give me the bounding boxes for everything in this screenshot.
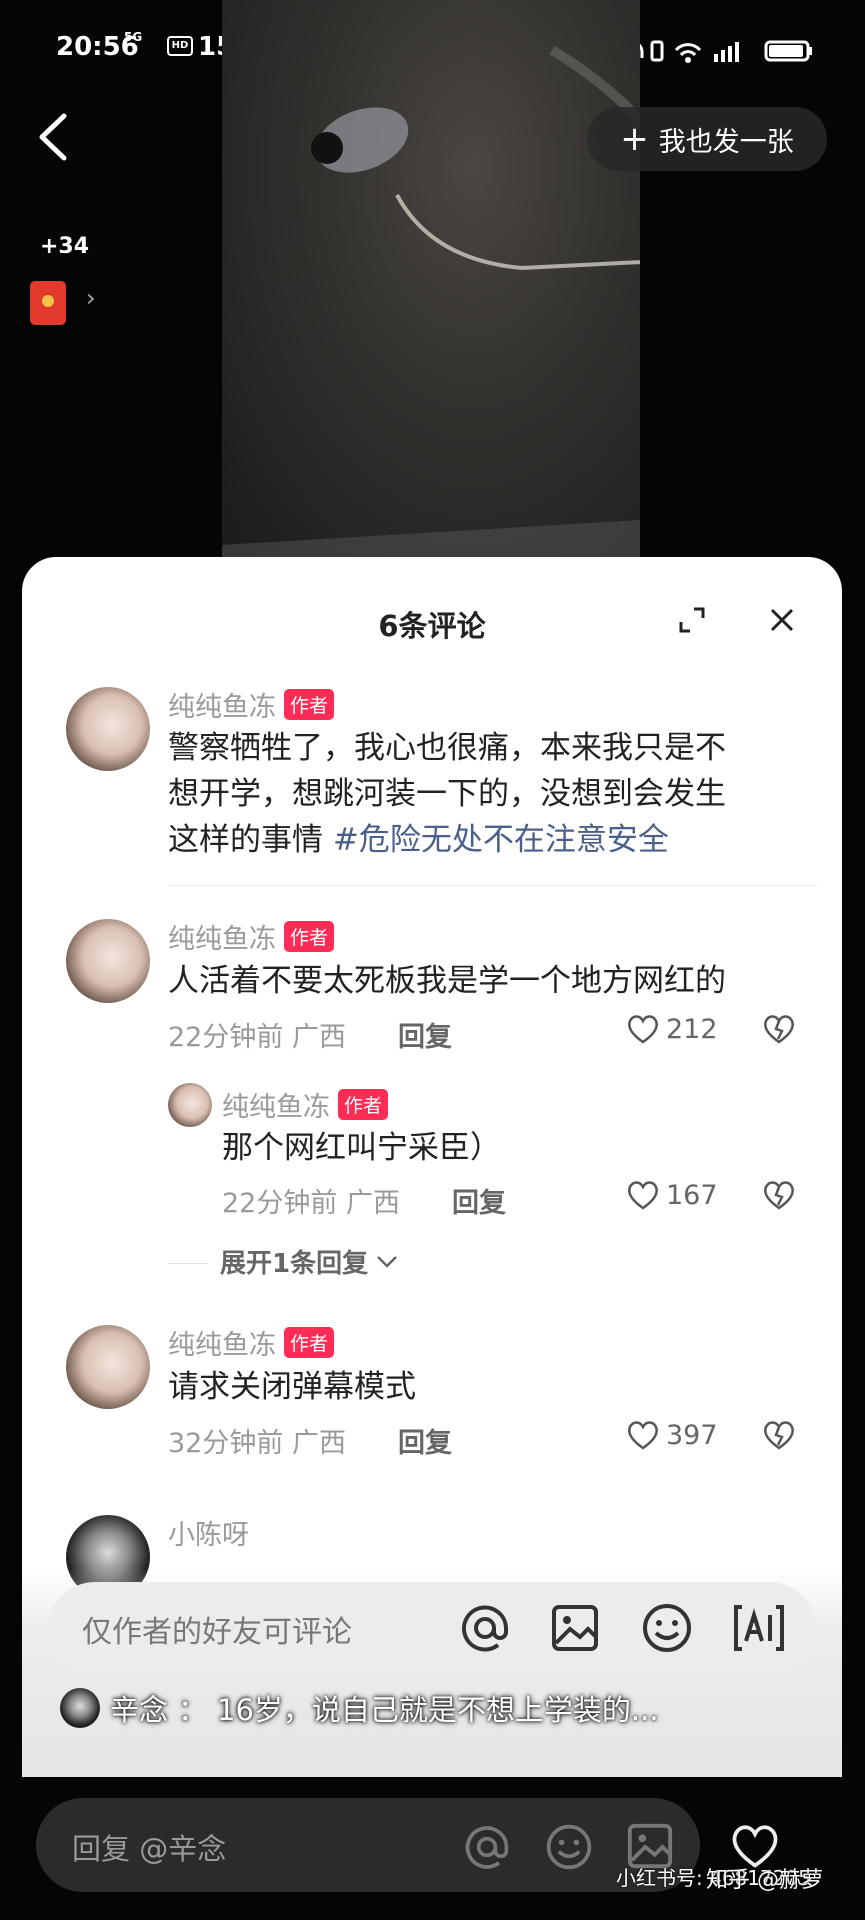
vibrate-icon [650,40,664,62]
avatar[interactable] [66,1325,150,1409]
reply-input-placeholder: 回复 @辛念 [72,1832,227,1866]
expand-replies-label: 展开1条回复 [220,1249,369,1279]
danmaku-separator: ： [178,1693,208,1727]
red-packet-count: +34 [40,234,90,259]
emoji-icon[interactable] [640,1601,694,1655]
comment-text[interactable]: 请求关闭弹幕模式 [168,1364,416,1410]
danmaku-text: 16岁，说自己就是不想上学装的... [217,1693,659,1727]
post-too-button[interactable]: + 我也发一张 [587,107,827,171]
status-icons [620,40,812,63]
comment-line: 警察牺牲了，我心也很痛，本来我只是不 [168,730,726,766]
expand-icon[interactable] [677,605,707,635]
reply-button[interactable]: 回复 [398,1015,452,1054]
comment-line-last: 这样的事情 #危险无处不在注意安全 [168,817,818,863]
mention-icon[interactable] [462,1822,512,1872]
comment-location: 广西 [291,1428,346,1459]
comments-panel: 6条评论 纯纯鱼冻 作者 警察牺牲了，我心也很痛，本来我只是不 想开学，想跳河装… [22,557,842,1777]
comments-title: 6条评论 [378,609,486,643]
comment-meta: 22分钟前 广西 [168,1015,346,1054]
comment-header: 纯纯鱼冻 作者 [168,685,335,724]
author-badge: 作者 [284,689,335,720]
avatar [60,1688,100,1728]
comment-line-text: 这样的事情 [168,822,333,858]
dislike-icon[interactable] [762,1419,796,1451]
reply-meta: 22分钟前 广西 [222,1181,400,1220]
danmaku-item: 辛念 ： 16岁，说自己就是不想上学装的... [60,1687,659,1729]
plus-icon: + [620,119,649,159]
like-count: 397 [666,1419,718,1451]
hd-indicator: HD [167,36,193,56]
username[interactable]: 纯纯鱼冻 [168,1323,276,1362]
like-button[interactable]: 212 [626,1013,718,1045]
post-too-label: 我也发一张 [658,126,794,158]
comment-line: 想开学，想跳河装一下的，没想到会发生 [168,776,726,812]
avatar[interactable] [66,919,150,1003]
reply-button[interactable]: 回复 [452,1181,506,1220]
expand-replies-button[interactable]: 展开1条回复 [220,1243,398,1280]
watermark-zhihu: 知乎 @赫萝 [706,1868,823,1893]
comment-time: 22分钟前 [168,1022,284,1053]
emoji-icon[interactable] [544,1822,594,1872]
mention-icon[interactable] [458,1601,512,1655]
username[interactable]: 小陈呀 [168,1513,249,1552]
heart-icon [628,1421,658,1450]
network-indicator: 5G [124,30,143,44]
avatar[interactable] [66,687,150,771]
post-image[interactable] [222,0,644,560]
wifi-icon [674,43,702,57]
image-icon[interactable] [550,1603,600,1653]
chevron-right-icon[interactable]: › [86,284,96,312]
like-button[interactable]: 167 [626,1179,718,1211]
reply-text[interactable]: 那个网红叫宁采臣） [222,1125,501,1171]
ai-icon[interactable] [732,1601,786,1655]
red-packet-icon[interactable] [30,281,66,325]
chevron-down-icon [377,1255,397,1268]
dislike-icon[interactable] [762,1179,796,1211]
author-badge: 作者 [284,1327,335,1358]
avatar[interactable] [168,1083,212,1127]
like-count: 212 [666,1013,718,1045]
dislike-icon[interactable] [762,1013,796,1045]
comment-text[interactable]: 人活着不要太死板我是学一个地方网红的 [168,958,726,1004]
comment-header: 纯纯鱼冻 作者 [168,917,335,956]
comment-meta: 32分钟前 广西 [168,1421,346,1460]
back-arrow-icon[interactable] [36,112,70,162]
divider [168,1263,208,1264]
username[interactable]: 纯纯鱼冻 [168,685,276,724]
comment-text[interactable]: 警察牺牲了，我心也很痛，本来我只是不 想开学，想跳河装一下的，没想到会发生 这样… [168,725,818,863]
reply-button[interactable]: 回复 [398,1421,452,1460]
username[interactable]: 纯纯鱼冻 [168,917,276,956]
hashtag-link[interactable]: #危险无处不在注意安全 [333,822,669,858]
author-badge: 作者 [338,1089,389,1120]
like-count: 167 [666,1179,718,1211]
post-image-content [222,45,644,560]
author-badge: 作者 [284,921,335,952]
comment-location: 广西 [291,1022,346,1053]
heart-icon [628,1015,658,1044]
danmaku-user: 辛念 [110,1693,169,1727]
comment-header: 纯纯鱼冻 作者 [168,1323,335,1362]
divider [168,885,818,886]
like-button[interactable]: 397 [626,1419,718,1451]
comment-input-placeholder: 仅作者的好友可评论 [82,1615,352,1650]
reply-header: 纯纯鱼冻 作者 [222,1085,389,1124]
reply-time: 22分钟前 [222,1188,338,1219]
comment-time: 32分钟前 [168,1428,284,1459]
username[interactable]: 纯纯鱼冻 [222,1085,330,1124]
reply-location: 广西 [345,1188,400,1219]
close-icon[interactable] [767,605,797,635]
heart-icon [628,1181,658,1210]
